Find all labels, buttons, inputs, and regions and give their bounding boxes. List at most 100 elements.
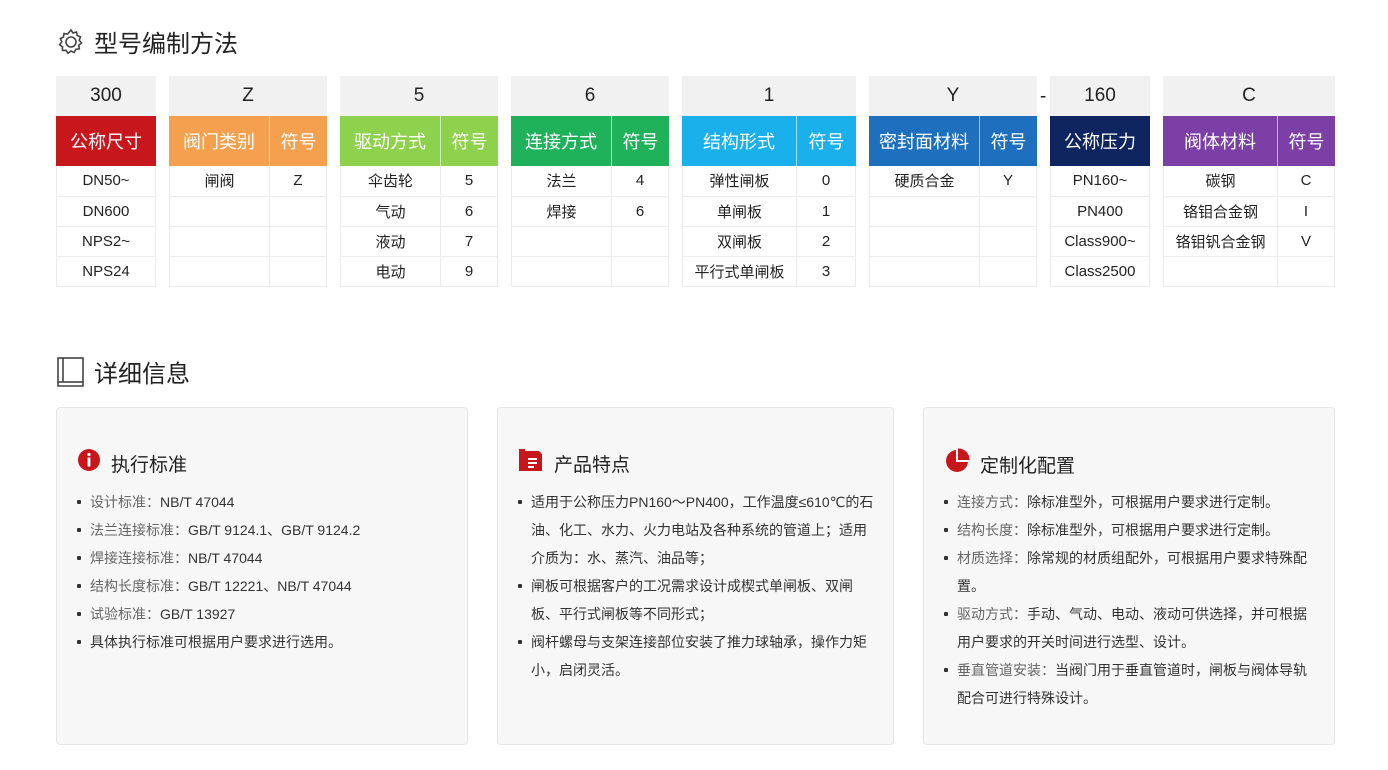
option-name: 铬钼合金钢 — [1182, 204, 1258, 221]
option-symbol — [269, 257, 326, 286]
table-row: PN400 — [1051, 196, 1149, 226]
option-symbol: 1 — [796, 197, 855, 226]
code-option-list: 弹性闸板 0 单闸板 1 双闸板 2 平行式单闸板 3 — [682, 166, 856, 287]
code-value: 160 — [1050, 76, 1150, 116]
symbol-header: 符号 — [440, 116, 498, 166]
option-name — [170, 257, 269, 286]
list-item: 垂直管道安装：当阀门用于垂直管道时，闸板与阀体导轨配合可进行特殊设计。 — [944, 656, 1316, 712]
item-label: 焊接连接标准： — [90, 550, 188, 566]
table-row: Class2500 — [1051, 256, 1149, 286]
symbol-header: 符号 — [269, 116, 327, 166]
option-symbol: 0 — [796, 166, 855, 195]
option-name — [870, 257, 979, 286]
card-header: 执行标准 — [77, 448, 187, 478]
item-value: 阀杆螺母与支架连接部位安装了推力球轴承，操作力矩小，启闭灵活。 — [531, 634, 867, 678]
option-symbol — [269, 227, 326, 256]
code-option-list: PN160~ PN400 Class900~ Class2500 — [1050, 166, 1150, 287]
option-symbol: 9 — [440, 257, 497, 286]
card-features: 产品特点 适用于公称压力PN160～PN400，工作温度≤610℃的石油、化工、… — [497, 407, 894, 745]
table-row: 双闸板 2 — [683, 226, 855, 256]
table-row: 碳钢 C — [1164, 166, 1334, 196]
list-item: 试验标准：GB/T 13927 — [77, 600, 449, 628]
option-name — [1164, 257, 1277, 286]
table-row: 单闸板 1 — [683, 196, 855, 226]
section-title-text: 型号编制方法 — [94, 31, 238, 58]
item-value: GB/T 9124.1、GB/T 9124.2 — [188, 522, 361, 538]
option-symbol: 2 — [796, 227, 855, 256]
category-header-row: 公称尺寸 — [56, 116, 156, 166]
table-row — [870, 256, 1036, 286]
category-header: 驱动方式 — [354, 132, 426, 152]
option-name: 闸阀 — [204, 173, 235, 190]
card-list: 适用于公称压力PN160～PN400，工作温度≤610℃的石油、化工、水力、火力… — [518, 488, 875, 684]
code-value: C — [1163, 76, 1335, 116]
symbol-header: 符号 — [611, 116, 669, 166]
code-separator: - — [1040, 86, 1047, 107]
code-value: 300 — [56, 76, 156, 116]
option-name — [870, 197, 979, 226]
item-value: 具体执行标准可根据用户要求进行选用。 — [90, 634, 342, 650]
table-row: 平行式单闸板 3 — [683, 256, 855, 286]
option-name: 双闸板 — [716, 234, 762, 251]
category-header-row: 密封面材料 符号 — [869, 116, 1037, 166]
table-row: 弹性闸板 0 — [683, 166, 855, 196]
category-header-row: 公称压力 — [1050, 116, 1150, 166]
option-symbol: 6 — [611, 197, 668, 226]
category-header-row: 驱动方式 符号 — [340, 116, 498, 166]
code-value: 6 — [511, 76, 669, 116]
table-row: 铬钼合金钢 I — [1164, 196, 1334, 226]
card-list: 连接方式：除标准型外，可根据用户要求进行定制。 结构长度：除标准型外，可根据用户要… — [944, 488, 1316, 712]
gear-icon — [56, 27, 86, 57]
option-symbol: V — [1277, 227, 1334, 256]
list-item: 结构长度标准：GB/T 12221、NB/T 47044 — [77, 572, 449, 600]
category-header-row: 连接方式 符号 — [511, 116, 669, 166]
category-header-row: 阀体材料 符号 — [1163, 116, 1335, 166]
category-header-row: 阀门类别 符号 — [169, 116, 327, 166]
option-name: NPS24 — [82, 263, 130, 280]
option-name: 碳钢 — [1205, 173, 1236, 190]
option-symbol — [269, 197, 326, 226]
code-column: Y 密封面材料 符号 硬质合金 Y — [869, 76, 1037, 287]
category-header: 公称尺寸 — [70, 132, 142, 152]
code-column: 300 公称尺寸 DN50~ DN600 NPS2~ NPS24 — [56, 76, 156, 287]
category-header: 阀门类别 — [183, 132, 255, 152]
card-customization: 定制化配置 连接方式：除标准型外，可根据用户要求进行定制。 结构长度：除标准型外，… — [923, 407, 1335, 745]
item-value: NB/T 47044 — [188, 550, 263, 566]
item-label: 法兰连接标准： — [90, 522, 188, 538]
code-value: Y — [869, 76, 1037, 116]
card-title: 执行标准 — [111, 454, 188, 476]
table-row: Class900~ — [1051, 226, 1149, 256]
card-header: 产品特点 — [518, 448, 630, 478]
option-name: 硬质合金 — [894, 173, 955, 190]
code-column: C 阀体材料 符号 碳钢 C 铬钼合金钢 I 铬钼钒合金钢 V — [1163, 76, 1335, 287]
card-title: 定制化配置 — [980, 455, 1076, 477]
table-row: DN600 — [57, 196, 155, 226]
info-icon — [77, 448, 101, 478]
item-label: 结构长度标准： — [90, 578, 188, 594]
table-row — [170, 226, 326, 256]
list-item: 闸板可根据客户的工况需求设计成楔式单闸板、双闸板、平行式闸板等不同形式； — [518, 572, 875, 628]
code-value: 1 — [682, 76, 856, 116]
card-list: 设计标准： NB/T 47044 法兰连接标准：GB/T 9124.1、GB/T 9… — [77, 488, 449, 656]
table-row — [1164, 256, 1334, 286]
symbol-header: 符号 — [1277, 116, 1335, 166]
option-name: 气动 — [375, 204, 406, 221]
table-row: 焊接 6 — [512, 196, 668, 226]
item-value: 适用于公称压力PN160～PN400，工作温度≤610℃的石油、化工、水力、火力… — [531, 494, 874, 566]
card-standards: 执行标准 设计标准： NB/T 47044 法兰连接标准：GB/T 9124.1、G… — [56, 407, 468, 745]
code-option-list: 法兰 4 焊接 6 — [511, 166, 669, 287]
item-label: 设计标准： — [90, 494, 160, 510]
option-symbol — [611, 227, 668, 256]
table-row — [170, 196, 326, 226]
list-item: 具体执行标准可根据用户要求进行选用。 — [77, 628, 449, 656]
option-name — [512, 257, 611, 286]
section-title-text: 详细信息 — [94, 361, 190, 388]
item-label: 材质选择： — [957, 550, 1027, 566]
option-symbol — [1277, 257, 1334, 286]
code-option-list: 闸阀 Z — [169, 166, 327, 287]
table-row: 液动 7 — [341, 226, 497, 256]
table-row: PN160~ — [1051, 166, 1149, 196]
item-label: 连接方式： — [957, 494, 1027, 510]
item-label: 结构长度： — [957, 522, 1027, 538]
book-icon — [56, 356, 86, 388]
